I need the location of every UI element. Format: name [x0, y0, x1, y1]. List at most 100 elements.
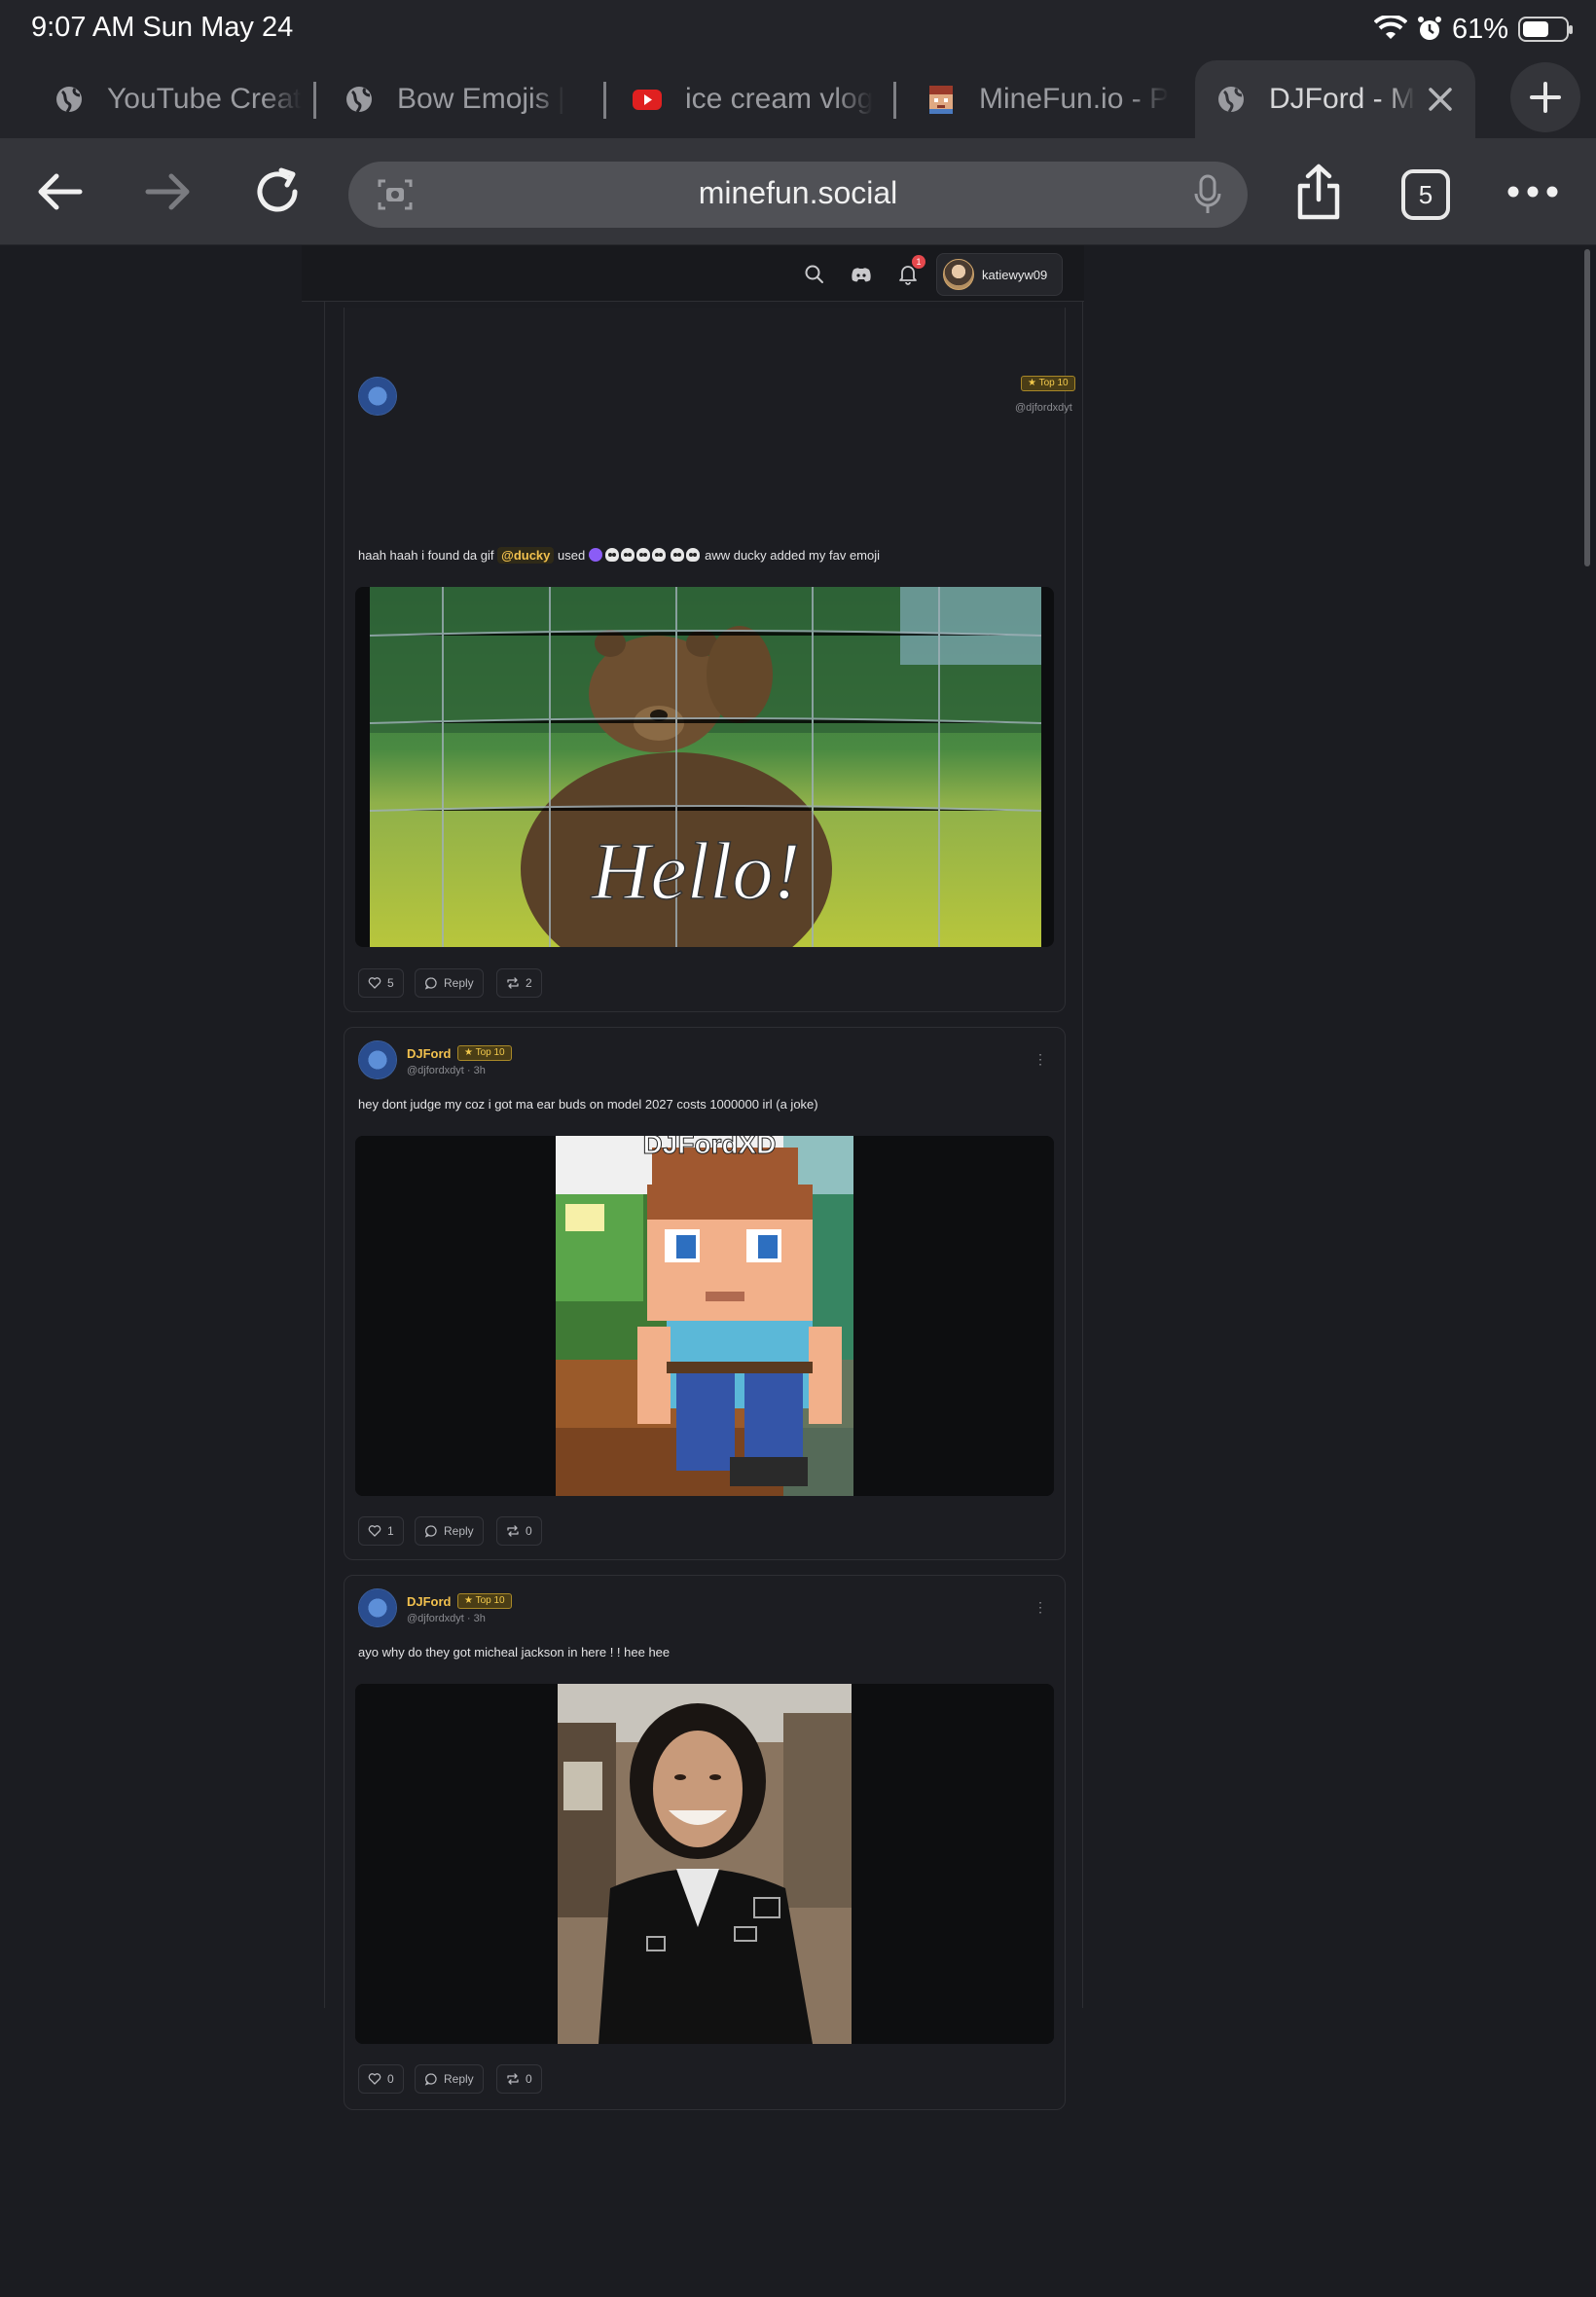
comment-icon: [424, 1525, 437, 1538]
column-divider: [1082, 300, 1083, 2008]
user-avatar: [943, 259, 974, 290]
top10-badge: ★ Top 10: [1021, 376, 1075, 391]
browser-tab-1[interactable]: Bow Emojis |: [323, 60, 596, 138]
browser-tab-3[interactable]: MineFun.io - P: [905, 60, 1178, 138]
author-handle[interactable]: @djfordxdyt: [1015, 402, 1072, 414]
user-mention[interactable]: @ducky: [497, 547, 555, 564]
post-text: hey dont judge my coz i got ma ear buds …: [358, 1097, 818, 1112]
reply-button[interactable]: Reply: [415, 1516, 484, 1546]
post-author-avatar[interactable]: [358, 377, 397, 416]
like-count: 5: [387, 976, 394, 990]
like-count: 1: [387, 1524, 394, 1538]
forward-button[interactable]: [136, 160, 200, 224]
post-text: ayo why do they got micheal jackson in h…: [358, 1645, 671, 1659]
heart-icon: [368, 1525, 381, 1537]
like-count: 0: [387, 2072, 394, 2086]
post-author-avatar[interactable]: [358, 1040, 397, 1079]
back-button[interactable]: [27, 160, 91, 224]
post-text-part: used: [558, 548, 586, 563]
tab-label: ice cream vlog: [685, 83, 874, 115]
like-button[interactable]: 5: [358, 968, 404, 998]
new-tab-button[interactable]: [1510, 62, 1580, 132]
post-media[interactable]: [355, 1684, 1054, 2044]
more-dots-icon: [1507, 186, 1558, 198]
like-button[interactable]: 0: [358, 2064, 404, 2094]
globe-icon: [1215, 83, 1248, 116]
repost-button[interactable]: 0: [496, 2064, 542, 2094]
more-menu-button[interactable]: [1501, 160, 1565, 224]
top10-badge: ★ Top 10: [457, 1593, 512, 1609]
repost-icon: [507, 2073, 519, 2085]
tab-label: YouTube Creat: [107, 83, 302, 115]
minefun-favicon: [925, 83, 958, 116]
post-media[interactable]: Hello!: [355, 587, 1054, 947]
author-name[interactable]: DJFord: [407, 1046, 452, 1061]
reply-button[interactable]: Reply: [415, 968, 484, 998]
battery-level: [1523, 21, 1548, 37]
tab-separator: [893, 82, 896, 119]
image-caption: DJFordXD: [643, 1136, 777, 1159]
heart-icon: [368, 977, 381, 989]
browser-tab-bar: YouTube Creat Bow Emojis | ice cream vlo…: [0, 55, 1596, 138]
tab-label: DJFord - M: [1269, 83, 1415, 115]
back-arrow-icon: [38, 173, 83, 210]
close-tab-icon[interactable]: [1423, 82, 1458, 117]
author-name[interactable]: DJFord: [407, 1594, 452, 1609]
post-options-icon[interactable]: ⋮: [1034, 1051, 1047, 1068]
top10-badge: ★ Top 10: [457, 1045, 512, 1061]
reply-label: Reply: [444, 1524, 474, 1538]
reload-button[interactable]: [245, 160, 309, 224]
page-scrollbar[interactable]: [1584, 249, 1590, 566]
repost-count: 0: [526, 2072, 532, 2086]
tab-separator: [603, 82, 606, 119]
status-right: 61%: [1373, 10, 1573, 49]
repost-button[interactable]: 0: [496, 1516, 542, 1546]
repost-icon: [507, 1525, 519, 1537]
like-button[interactable]: 1: [358, 1516, 404, 1546]
tab-label: MineFun.io - P: [979, 83, 1170, 115]
battery-percent: 61%: [1451, 13, 1508, 45]
post-media[interactable]: DJFordXD: [355, 1136, 1054, 1496]
username: katiewyw09: [982, 267, 1048, 282]
skull-emoji: [604, 548, 619, 562]
status-bar: 9:07 AM Sun May 24 61%: [0, 0, 1596, 55]
skull-emoji: [635, 548, 650, 562]
browser-tab-0[interactable]: YouTube Creat: [33, 60, 306, 138]
notification-badge: 1: [912, 255, 925, 269]
author-handle[interactable]: @djfordxdyt · 3h: [407, 1613, 486, 1624]
share-icon: [1297, 164, 1340, 220]
tab-count-button[interactable]: 5: [1401, 169, 1450, 220]
plus-icon: [1530, 82, 1561, 113]
browser-tab-4-active[interactable]: DJFord - M: [1195, 60, 1475, 138]
globe-icon: [53, 83, 86, 116]
forward-arrow-icon: [145, 173, 190, 210]
comment-icon: [424, 977, 437, 990]
reply-label: Reply: [444, 976, 474, 990]
alarm-icon: [1417, 17, 1441, 40]
discord-icon[interactable]: [850, 263, 873, 286]
post-author-avatar[interactable]: [358, 1588, 397, 1627]
post-options-icon[interactable]: ⋮: [1034, 1599, 1047, 1616]
globe-icon: [343, 83, 376, 116]
search-icon[interactable]: [803, 263, 826, 286]
reply-button[interactable]: Reply: [415, 2064, 484, 2094]
address-bar[interactable]: minefun.social: [348, 162, 1248, 228]
share-button[interactable]: [1287, 160, 1351, 224]
reload-icon: [257, 167, 298, 212]
battery-icon: [1518, 17, 1573, 42]
minecraft-character-image: DJFordXD: [355, 1136, 1054, 1496]
wifi-icon: [1373, 16, 1407, 39]
browser-tab-2[interactable]: ice cream vlog: [611, 60, 884, 138]
user-menu-button[interactable]: katiewyw09: [936, 253, 1063, 296]
youtube-icon: [631, 83, 664, 116]
michael-jackson-photo: [355, 1684, 1054, 2044]
author-handle[interactable]: @djfordxdyt · 3h: [407, 1065, 486, 1076]
post-text-part: haah haah i found da gif: [358, 548, 494, 563]
repost-button[interactable]: 2: [496, 968, 542, 998]
tab-label: Bow Emojis |: [397, 83, 565, 115]
skull-emoji: [671, 548, 685, 562]
microphone-icon[interactable]: [1193, 173, 1222, 216]
skull-emoji: [620, 548, 635, 562]
heart-icon: [368, 2073, 381, 2085]
url-text: minefun.social: [698, 175, 898, 210]
